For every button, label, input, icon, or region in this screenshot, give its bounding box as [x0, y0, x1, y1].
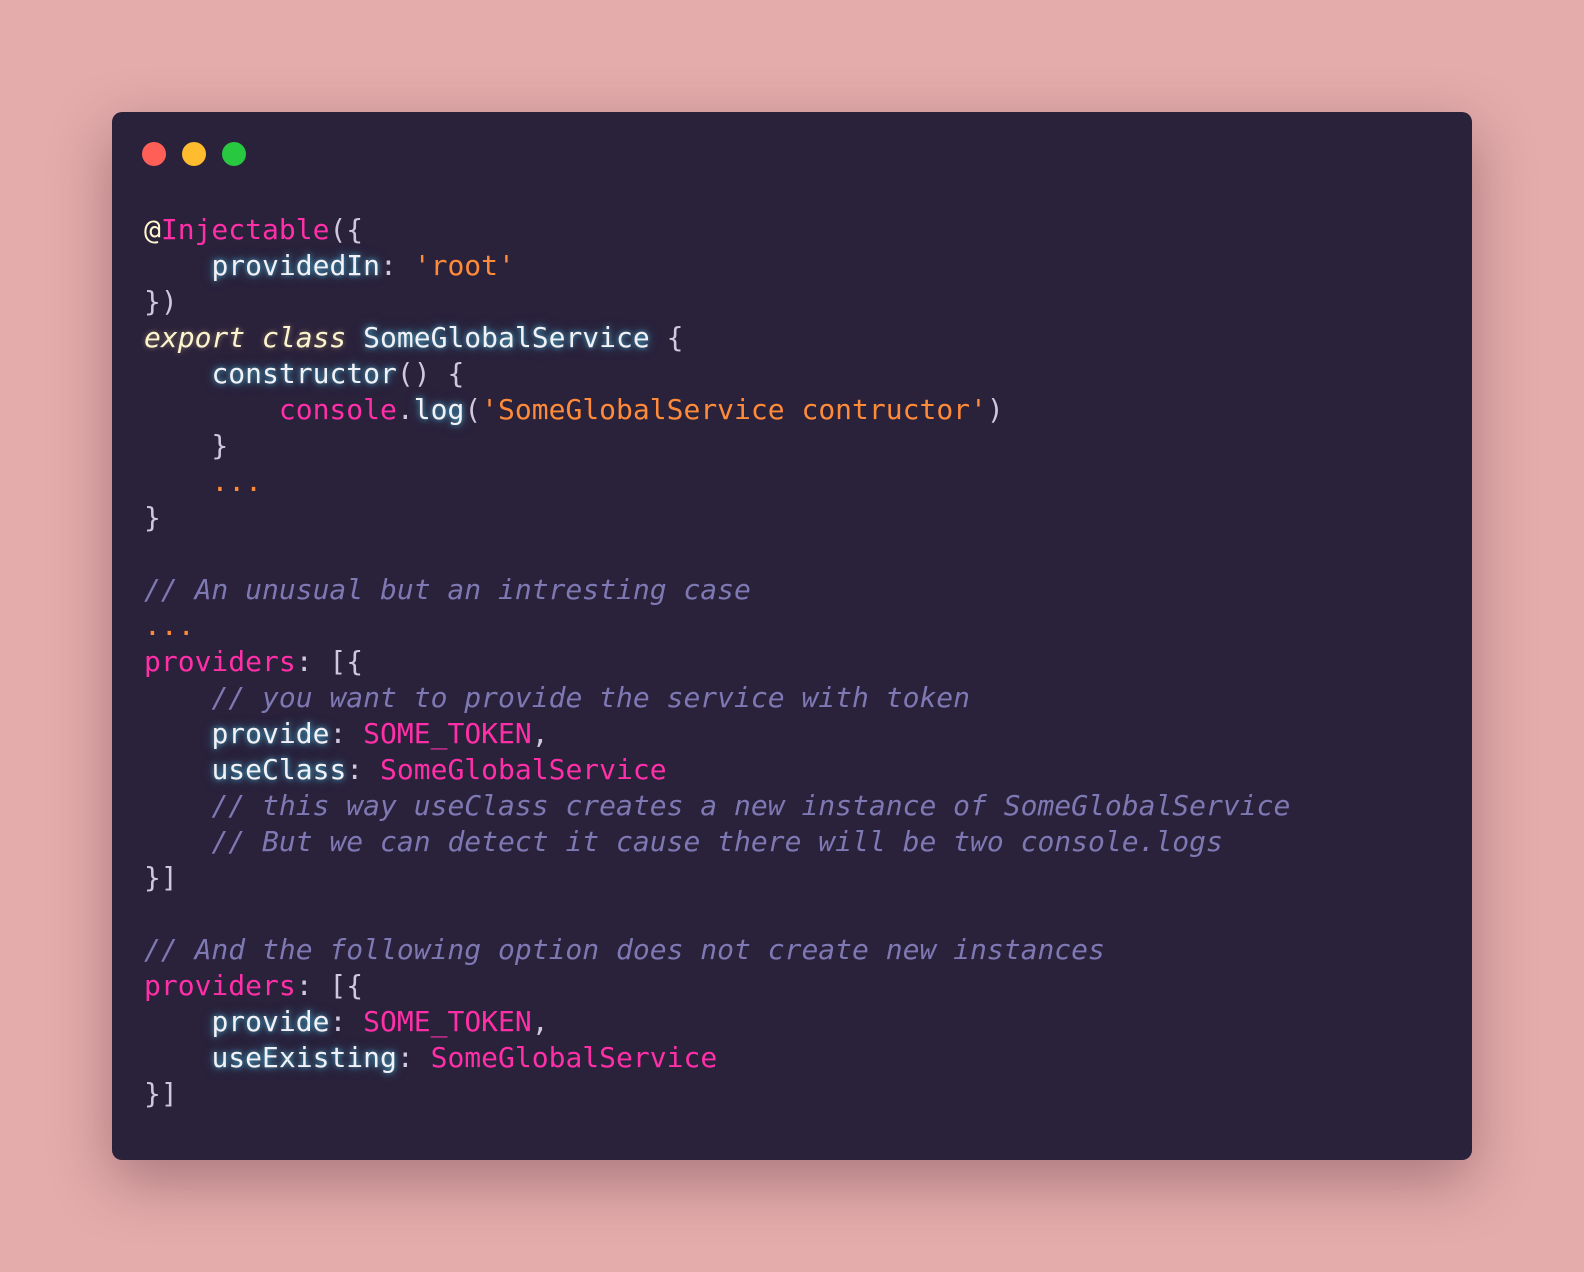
code-token-keyword: export class — [144, 321, 347, 354]
code-line: } — [144, 428, 1290, 464]
window-controls — [142, 142, 246, 166]
code-token-plain: } — [144, 429, 229, 462]
code-token-plain: { — [649, 321, 684, 354]
code-line: provide: SOME_TOKEN, — [144, 1004, 1290, 1040]
code-token-plain: , — [531, 717, 549, 750]
code-token-ident: useExisting — [211, 1041, 397, 1074]
code-block: @Injectable({ providedIn: 'root'}) export… — [144, 212, 1290, 1112]
code-token-plain: }] — [144, 861, 178, 894]
code-line: ... — [144, 608, 1290, 644]
code-token-plain: : — [329, 1005, 364, 1038]
code-line: // An unusual but an intresting case — [144, 572, 1290, 608]
code-token-str: ... — [211, 465, 263, 498]
code-token-comment: // An unusual but an intresting case — [144, 573, 751, 606]
code-line: // this way useClass creates a new insta… — [144, 788, 1290, 824]
code-token-plain: , — [531, 1005, 549, 1038]
code-token-key: console — [278, 393, 397, 426]
code-token-key: SOME_TOKEN — [363, 717, 532, 750]
code-token-key: SomeGlobalService — [380, 753, 667, 786]
code-line: // But we can detect it cause there will… — [144, 824, 1290, 860]
code-line: ... — [144, 464, 1290, 500]
code-token-key: providers — [144, 969, 296, 1002]
code-token-str: ... — [144, 609, 195, 642]
code-line: providers: [{ — [144, 644, 1290, 680]
maximize-dot-icon[interactable] — [222, 142, 246, 166]
code-token-key: providers — [144, 645, 296, 678]
code-line: useClass: SomeGlobalService — [144, 752, 1290, 788]
code-line: @Injectable({ — [144, 212, 1290, 248]
code-token-plain: ) — [986, 393, 1004, 426]
code-token-comment: // you want to provide the service with … — [211, 681, 971, 714]
code-token-key: SomeGlobalService — [430, 1041, 718, 1074]
code-token-ident: useClass — [211, 753, 347, 786]
code-token-plain: () { — [396, 357, 465, 390]
code-token-plain: : — [346, 753, 381, 786]
code-line: providers: [{ — [144, 968, 1290, 1004]
code-token-plain: : — [380, 249, 414, 282]
code-token-comment: // this way useClass creates a new insta… — [211, 789, 1291, 822]
code-token-plain: }) — [144, 285, 178, 318]
code-line: provide: SOME_TOKEN, — [144, 716, 1290, 752]
code-token-plain: : [{ — [295, 645, 364, 678]
code-line: providedIn: 'root' — [144, 248, 1290, 284]
code-line: }] — [144, 860, 1290, 896]
code-token-plain: ( — [464, 393, 482, 426]
code-token-comment: // But we can detect it cause there will… — [211, 825, 1223, 858]
code-token-plain: }] — [144, 1077, 178, 1110]
code-token-ident: providedIn — [211, 249, 381, 282]
code-token-ident: log — [413, 393, 465, 426]
code-token-ident: SomeGlobalService — [363, 321, 650, 354]
minimize-dot-icon[interactable] — [182, 142, 206, 166]
code-token-plain: } — [144, 501, 161, 534]
code-token-ident: provide — [211, 1005, 330, 1038]
code-line: useExisting: SomeGlobalService — [144, 1040, 1290, 1076]
code-token-plain: : — [329, 717, 364, 750]
code-line: // you want to provide the service with … — [144, 680, 1290, 716]
code-line: export class SomeGlobalService { — [144, 320, 1290, 356]
code-line: console.log('SomeGlobalService contructo… — [144, 392, 1290, 428]
close-dot-icon[interactable] — [142, 142, 166, 166]
code-line: constructor() { — [144, 356, 1290, 392]
code-token-ident: provide — [211, 717, 330, 750]
code-token-plain: . — [396, 393, 414, 426]
code-token-key: SOME_TOKEN — [363, 1005, 532, 1038]
code-token-plain: : [{ — [295, 969, 364, 1002]
code-line: }) — [144, 284, 1290, 320]
code-token-str: 'SomeGlobalService contructor' — [481, 393, 987, 426]
code-token-comment: // And the following option does not cre… — [144, 933, 1105, 966]
code-line: }] — [144, 1076, 1290, 1112]
code-token-plain: ({ — [329, 213, 364, 246]
code-token-at: @ — [144, 213, 161, 246]
code-token-key: Injectable — [160, 213, 330, 246]
code-token-str: 'root' — [413, 249, 515, 282]
code-token-plain: : — [396, 1041, 431, 1074]
code-line: // And the following option does not cre… — [144, 932, 1290, 968]
code-token-ident: constructor — [211, 357, 397, 390]
code-line: } — [144, 500, 1290, 536]
code-window: @Injectable({ providedIn: 'root'}) export… — [112, 112, 1472, 1160]
